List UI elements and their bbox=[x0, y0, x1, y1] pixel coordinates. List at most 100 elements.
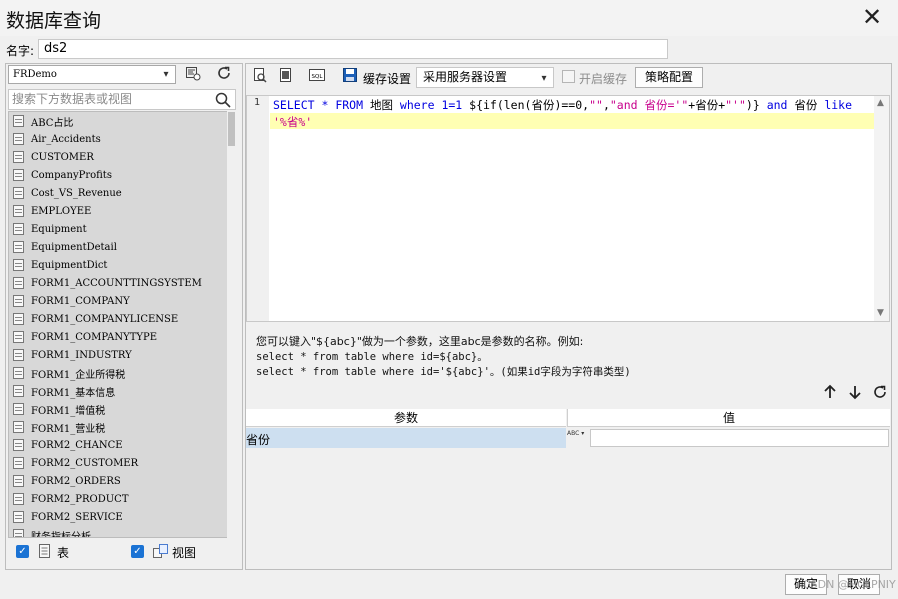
table-list: ABC占比 Air_Accidents CUSTOMER CompanyProfits… bbox=[8, 111, 236, 538]
preview-icon[interactable] bbox=[250, 67, 270, 87]
table-list-item-label: EMPLOYEE bbox=[31, 205, 92, 217]
table-list-item[interactable]: FORM1_营业税 bbox=[9, 418, 229, 436]
param-value-input[interactable] bbox=[590, 429, 889, 447]
name-input[interactable]: ds2 bbox=[38, 39, 668, 59]
table-list-item[interactable]: FORM2_CHANCE bbox=[9, 436, 229, 454]
table-checkbox[interactable]: ✓ bbox=[16, 545, 29, 558]
sql-editor[interactable] bbox=[246, 95, 890, 322]
refresh-icon[interactable] bbox=[214, 65, 234, 85]
table-list-item[interactable]: FORM1_COMPANYTYPE bbox=[9, 328, 229, 346]
table-list-item-label: FORM1_ACCOUNTTINGSYSTEM bbox=[31, 277, 202, 289]
document-icon[interactable] bbox=[276, 67, 296, 87]
table-icon bbox=[13, 223, 24, 235]
table-list-item[interactable]: ABC占比 bbox=[9, 112, 229, 130]
table-list-item[interactable]: FORM1_COMPANYLICENSE bbox=[9, 310, 229, 328]
strategy-config-button[interactable]: 策略配置 bbox=[635, 67, 703, 88]
table-list-item[interactable]: FORM1_增值税 bbox=[9, 400, 229, 418]
table-list-item[interactable]: FORM2_CUSTOMER bbox=[9, 454, 229, 472]
table-icon bbox=[13, 241, 24, 253]
editor-scrollbar[interactable] bbox=[874, 96, 889, 321]
table-list-item[interactable]: FORM1_COMPANY bbox=[9, 292, 229, 310]
view-checkbox[interactable]: ✓ bbox=[131, 545, 144, 558]
arrow-up-icon[interactable] bbox=[820, 384, 840, 404]
table-list-item[interactable]: 财务指标分析 bbox=[9, 526, 229, 537]
table-list-item[interactable]: Equipment bbox=[9, 220, 229, 238]
save-icon[interactable] bbox=[340, 67, 360, 87]
table-list-item[interactable]: FORM2_PRODUCT bbox=[9, 490, 229, 508]
table-icon bbox=[13, 475, 24, 487]
table-list-item[interactable]: Air_Accidents bbox=[9, 130, 229, 148]
table-list-item[interactable]: FORM2_SERVICE bbox=[9, 508, 229, 526]
table-list-item-label: FORM1_COMPANY bbox=[31, 295, 130, 307]
table-icon bbox=[13, 385, 24, 397]
table-list-item[interactable]: CUSTOMER bbox=[9, 148, 229, 166]
table-list-item-label: Cost_VS_Revenue bbox=[31, 187, 122, 199]
table-icon bbox=[13, 421, 24, 433]
table-list-item[interactable]: FORM1_基本信息 bbox=[9, 382, 229, 400]
arrow-down-icon[interactable] bbox=[845, 384, 865, 404]
table-list-inner: ABC占比 Air_Accidents CUSTOMER CompanyProfits… bbox=[9, 112, 229, 537]
scroll-up-icon[interactable]: ▲ bbox=[877, 98, 884, 108]
table-list-item[interactable]: FORM2_ORDERS bbox=[9, 472, 229, 490]
table-icon bbox=[13, 295, 24, 307]
sql-icon[interactable]: SQL bbox=[307, 67, 327, 87]
table-list-item-label: FORM2_SERVICE bbox=[31, 511, 123, 523]
table-list-item[interactable]: CompanyProfits bbox=[9, 166, 229, 184]
chevron-down-icon: ▾ bbox=[541, 73, 547, 84]
table-icon bbox=[13, 529, 24, 537]
table-list-item-label: EquipmentDetail bbox=[31, 241, 117, 253]
line-number: 1 bbox=[254, 97, 261, 108]
sql-code-wrap[interactable]: '%省%' bbox=[273, 114, 312, 130]
value-header: 值 bbox=[567, 409, 890, 427]
table-icon bbox=[13, 187, 24, 199]
refresh-params-icon[interactable] bbox=[870, 384, 890, 404]
database-select-value: FRDemo bbox=[13, 69, 57, 80]
param-name: 省份 bbox=[246, 433, 271, 447]
sql-token: where bbox=[399, 98, 435, 112]
table-list-item[interactable]: FORM1_ACCOUNTTINGSYSTEM bbox=[9, 274, 229, 292]
param-row[interactable] bbox=[246, 428, 566, 448]
sql-token: 省份 bbox=[787, 98, 825, 112]
table-list-item-label: FORM1_COMPANYLICENSE bbox=[31, 313, 179, 325]
sql-token: 1=1 bbox=[434, 98, 470, 112]
table-icon bbox=[13, 493, 24, 505]
sql-token: like bbox=[824, 98, 853, 112]
scroll-down-icon[interactable]: ▼ bbox=[877, 308, 884, 318]
table-icon bbox=[13, 205, 24, 217]
title-bar bbox=[0, 0, 898, 36]
table-list-item[interactable]: EMPLOYEE bbox=[9, 202, 229, 220]
window-title: 数据库查询 bbox=[6, 10, 102, 32]
table-list-item[interactable]: Cost_VS_Revenue bbox=[9, 184, 229, 202]
table-icon bbox=[13, 349, 24, 361]
table-search-input[interactable]: 搜索下方数据表或视图 bbox=[8, 89, 236, 110]
cache-select[interactable]: 采用服务器设置 ▾ bbox=[416, 67, 554, 88]
sql-token: +省份+ bbox=[688, 98, 726, 112]
list-scrollbar-thumb[interactable] bbox=[228, 112, 235, 146]
list-scrollbar[interactable] bbox=[227, 111, 236, 538]
sql-token: "and 省份='" bbox=[609, 98, 689, 112]
cache-settings-label: 缓存设置 bbox=[363, 72, 412, 86]
table-list-item[interactable]: FORM1_企业所得税 bbox=[9, 364, 229, 382]
table-icon bbox=[13, 277, 24, 289]
type-icon[interactable]: ABC ▾ bbox=[567, 430, 589, 437]
connection-settings-icon[interactable] bbox=[183, 65, 203, 85]
table-list-item[interactable]: EquipmentDetail bbox=[9, 238, 229, 256]
table-icon bbox=[13, 403, 24, 415]
database-select[interactable]: FRDemo ▾ bbox=[8, 65, 176, 84]
table-list-item[interactable]: FORM1_INDUSTRY bbox=[9, 346, 229, 364]
table-list-item-label: FORM2_PRODUCT bbox=[31, 493, 129, 505]
sql-token: "'" bbox=[725, 98, 746, 112]
sql-token: FROM bbox=[335, 98, 364, 112]
cache-select-value: 采用服务器设置 bbox=[423, 70, 508, 84]
search-icon[interactable] bbox=[214, 91, 232, 109]
table-list-item[interactable]: EquipmentDict bbox=[9, 256, 229, 274]
enable-cache-checkbox[interactable] bbox=[562, 70, 575, 83]
sql-token: * bbox=[314, 98, 336, 112]
close-button[interactable]: ✕ bbox=[858, 4, 886, 32]
table-list-item-label: FORM1_营业税 bbox=[31, 423, 106, 435]
sql-token: "" bbox=[589, 98, 603, 112]
table-list-item-label: Equipment bbox=[31, 223, 87, 235]
hint-line-1: 您可以键入"${abc}"做为一个参数，这里abc是参数的名称。例如: bbox=[256, 335, 584, 348]
table-icon bbox=[13, 313, 24, 325]
sql-code-line[interactable]: SELECT * FROM 地图 where 1=1 ${if(len(省份)=… bbox=[273, 97, 852, 113]
